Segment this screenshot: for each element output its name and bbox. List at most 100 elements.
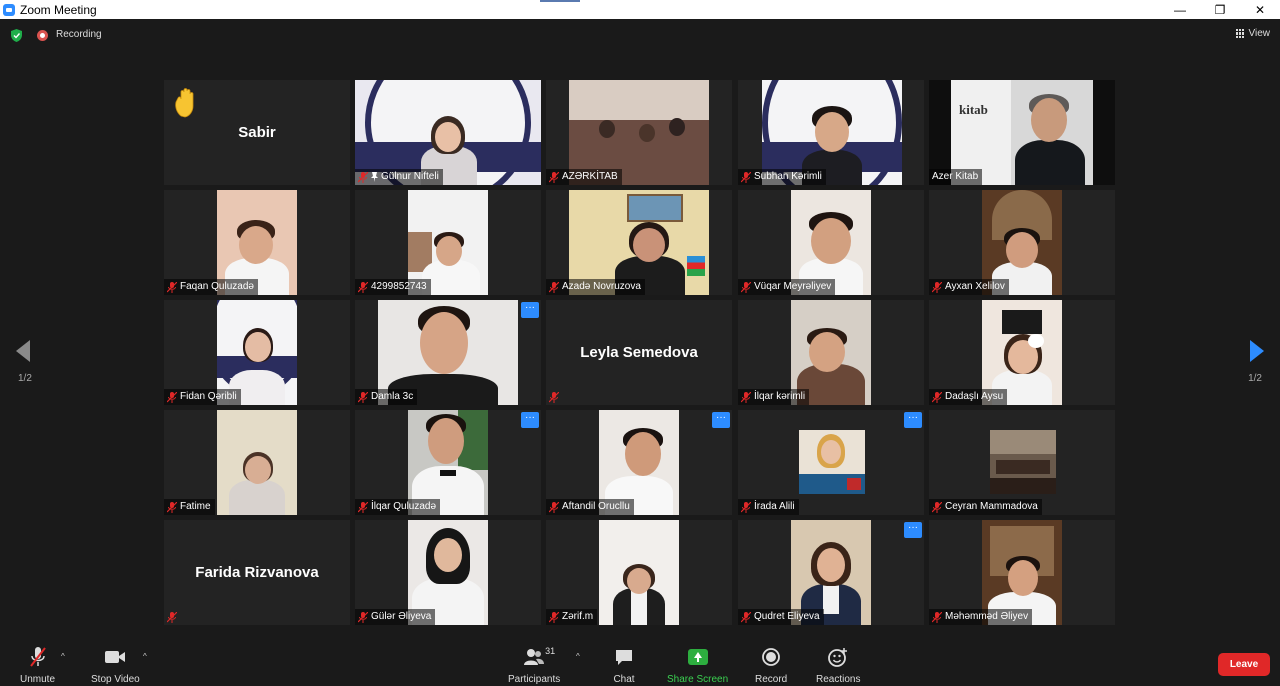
participant-tile-irada[interactable]: ··· İrada Alili [738,410,924,515]
mic-muted-icon [167,281,177,293]
window-title-bar: Zoom Meeting — ❐ ✕ [0,0,1280,19]
mic-muted-icon [549,501,559,513]
participant-tile-leyla[interactable]: Leyla Semedova [546,300,732,405]
chat-label: Chat [613,674,635,685]
mic-muted-icon [549,281,559,293]
participant-tile-ilqar-kerimli[interactable]: İlqar kərimli [738,300,924,405]
participant-tile-ayxan[interactable]: Ayxan Xelilov [929,190,1115,295]
participant-name: İlqar kərimli [754,391,806,402]
participant-name-label: Vüqar Meyrəliyev [738,279,836,295]
participant-tile-faqan[interactable]: Faqan Quluzadə [164,190,350,295]
participants-options-caret-icon[interactable]: ^ [576,652,580,661]
record-button[interactable]: Record [755,646,787,685]
participants-label: Participants [508,674,561,685]
more-options-button[interactable]: ··· [904,522,922,538]
participant-tile-fatime[interactable]: Fatime [164,410,350,515]
participant-tile-damla[interactable]: ··· Damla 3c [355,300,541,405]
participant-name: Qudret Eliyeva [754,611,820,622]
participant-tile-guler[interactable]: Gülər Əliyeva [355,520,541,625]
unmute-button[interactable]: Unmute [20,646,55,685]
participant-name: Faqan Quluzadə [180,281,254,292]
participant-tile-ilqar-quluzade[interactable]: ··· İlqar Quluzadə [355,410,541,515]
mic-muted-icon [932,281,942,293]
participant-name-label: Fidan Qəribli [164,389,241,405]
mic-muted-icon [549,391,559,403]
more-options-button[interactable]: ··· [521,302,539,318]
leave-button[interactable]: Leave [1218,653,1270,676]
participant-tile-memmed[interactable]: Məhəmməd Əliyev [929,520,1115,625]
unmute-label: Unmute [20,674,56,685]
maximize-button[interactable]: ❐ [1200,0,1240,19]
participant-name: Subhan Kərimli [754,171,822,182]
recording-icon[interactable] [37,30,48,41]
participant-tile-aftandil[interactable]: ··· Aftandil Orucllu [546,410,732,515]
participant-name: AZƏRKİTAB [562,171,618,182]
participants-icon [524,649,545,665]
participant-tile-aysu[interactable]: Dadaşlı Aysu [929,300,1115,405]
participant-name-label: 4299852743 [355,279,431,295]
mic-muted-icon [167,501,177,513]
participant-name-label: AZƏRKİTAB [546,169,622,185]
reactions-button[interactable]: Reactions [816,646,860,685]
mic-muted-icon [932,501,942,513]
participant-count: 31 [545,646,556,656]
recording-label: Recording [56,29,102,40]
mic-muted-icon [741,281,751,293]
participant-name-label [546,389,563,405]
zoom-app-icon [3,3,15,16]
page-indicator-right: 1/2 [1248,373,1262,384]
audio-options-caret-icon[interactable]: ^ [61,652,65,661]
participant-tile-4299852743[interactable]: 4299852743 [355,190,541,295]
mic-muted-icon [741,611,751,623]
record-label: Record [755,674,788,685]
participant-name: Aftandil Orucllu [562,501,630,512]
participant-tile-zerif[interactable]: Zərif.m [546,520,732,625]
participant-name-label: İlqar kərimli [738,389,810,405]
mic-muted-icon [932,391,942,403]
participant-name: Azer Kitab [932,171,979,182]
participant-name-label: Ceyran Mammadova [929,499,1042,515]
chat-button[interactable]: Chat [611,646,637,685]
more-options-button[interactable]: ··· [712,412,730,428]
participant-name: Ceyran Mammadova [945,501,1038,512]
participant-tile-farida[interactable]: Farida Rizvanova [164,520,350,625]
pin-icon [371,172,378,182]
participant-tile-sabir[interactable]: Sabir [164,80,350,185]
more-options-button[interactable]: ··· [521,412,539,428]
participant-name-label: İlqar Quluzadə [355,499,441,515]
participant-tile-fidan[interactable]: Fidan Qəribli [164,300,350,405]
mic-muted-icon [932,611,942,623]
previous-page-arrow-icon[interactable] [16,340,30,362]
participant-name-label: Dadaşlı Aysu [929,389,1008,405]
share-screen-button[interactable]: Share Screen [667,646,728,685]
mic-muted-icon [358,501,368,513]
encryption-shield-icon[interactable] [10,29,23,42]
page-indicator-left: 1/2 [18,373,32,384]
minimize-button[interactable]: — [1160,0,1200,19]
view-button[interactable]: View [1235,28,1270,39]
meeting-info-bar: Recording View [0,19,1280,51]
participant-tile-vuqar[interactable]: Vüqar Meyrəliyev [738,190,924,295]
participant-tile-qudret[interactable]: ··· Qudret Eliyeva [738,520,924,625]
close-button[interactable]: ✕ [1240,0,1280,19]
participant-tile-azerkitab[interactable]: AZƏRKİTAB [546,80,732,185]
record-icon [762,648,781,666]
video-options-caret-icon[interactable]: ^ [143,652,147,661]
participant-name: Fidan Qəribli [180,391,237,402]
stop-video-label: Stop Video [91,674,140,685]
microphone-muted-icon [29,647,46,667]
participant-name-label: Zərif.m [546,609,598,625]
video-feed [990,430,1056,494]
mic-muted-icon [549,611,559,623]
participant-tile-azer-active-speaker[interactable]: kitab Azer Kitab [929,80,1115,185]
more-options-button[interactable]: ··· [904,412,922,428]
next-page-arrow-icon[interactable] [1250,340,1264,362]
participant-name-label: Aftandil Orucllu [546,499,634,515]
participant-tile-subhan[interactable]: Subhan Kərimli [738,80,924,185]
participant-tile-gulnur[interactable]: Gülnur Nifteli [355,80,541,185]
mic-muted-icon [167,391,177,403]
participant-tile-azada[interactable]: Azadə Novruzova [546,190,732,295]
participants-button[interactable]: 31 Participants [508,646,560,685]
stop-video-button[interactable]: Stop Video [91,646,140,685]
participant-tile-ceyran[interactable]: Ceyran Mammadova [929,410,1115,515]
